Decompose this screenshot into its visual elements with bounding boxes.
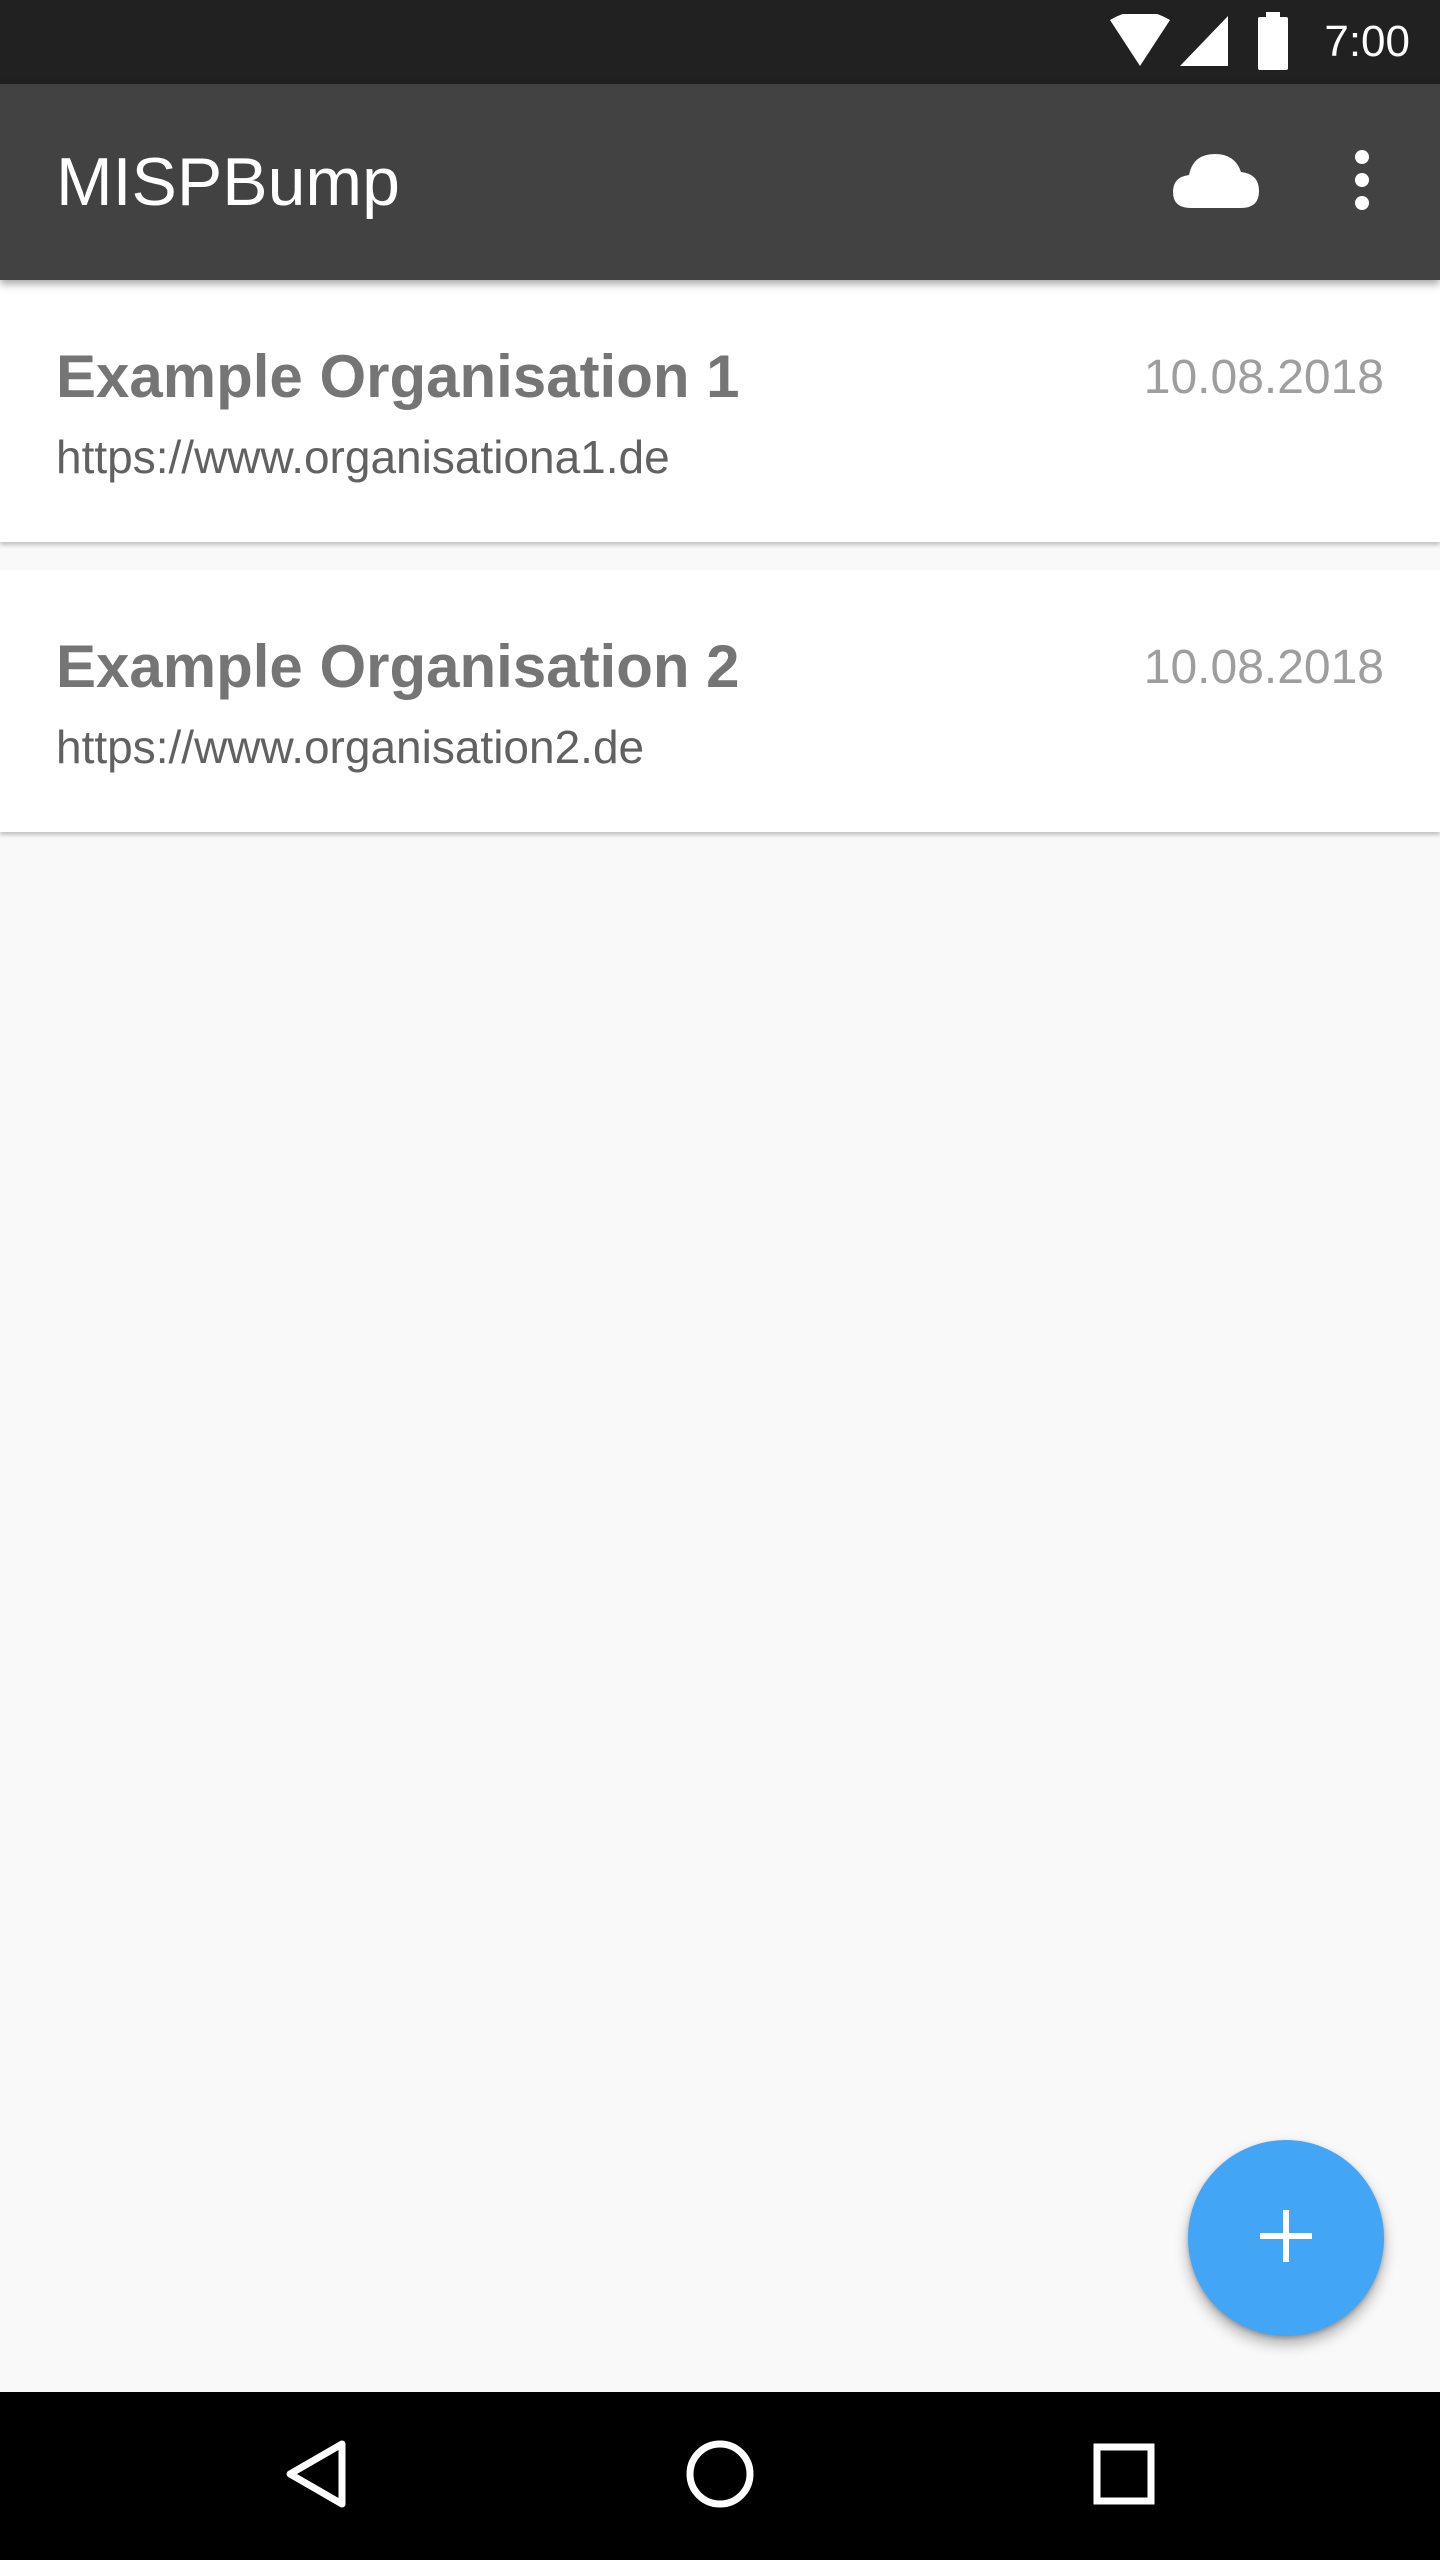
wifi-icon: [1108, 11, 1172, 74]
home-icon: [685, 2439, 755, 2513]
organisation-list-item[interactable]: Example Organisation 2 https://www.organ…: [0, 570, 1440, 832]
overflow-menu-button[interactable]: [1316, 134, 1408, 230]
cloud-icon: [1171, 150, 1261, 214]
organisation-name: Example Organisation 2: [56, 633, 740, 700]
recents-icon: [1093, 2443, 1155, 2509]
app-bar: MISPBump: [0, 84, 1440, 280]
back-icon: [284, 2438, 348, 2514]
app-title: MISPBump: [56, 144, 400, 220]
screen: 7:00 MISPBump Example Organisation 1 htt: [0, 0, 1440, 2560]
navigation-bar: [0, 2392, 1440, 2560]
signal-icon: [1178, 14, 1232, 74]
organisation-date: 10.08.2018: [1143, 641, 1384, 694]
battery-icon: [1256, 12, 1290, 76]
cloud-sync-button[interactable]: [1150, 134, 1282, 230]
organisation-date: 10.08.2018: [1143, 351, 1384, 404]
organisation-url: https://www.organisation2.de: [56, 721, 645, 773]
add-icon: [1258, 2208, 1314, 2268]
organisation-name: Example Organisation 1: [56, 343, 740, 410]
status-time: 7:00: [1324, 17, 1410, 66]
recents-button[interactable]: [1074, 2426, 1174, 2526]
more-vert-icon: [1352, 149, 1372, 215]
status-bar: 7:00: [0, 0, 1440, 84]
organisation-url: https://www.organisationa1.de: [56, 431, 670, 483]
organisation-list-item[interactable]: Example Organisation 1 https://www.organ…: [0, 280, 1440, 542]
add-organisation-fab[interactable]: [1188, 2140, 1384, 2336]
back-button[interactable]: [266, 2426, 366, 2526]
home-button[interactable]: [670, 2426, 770, 2526]
